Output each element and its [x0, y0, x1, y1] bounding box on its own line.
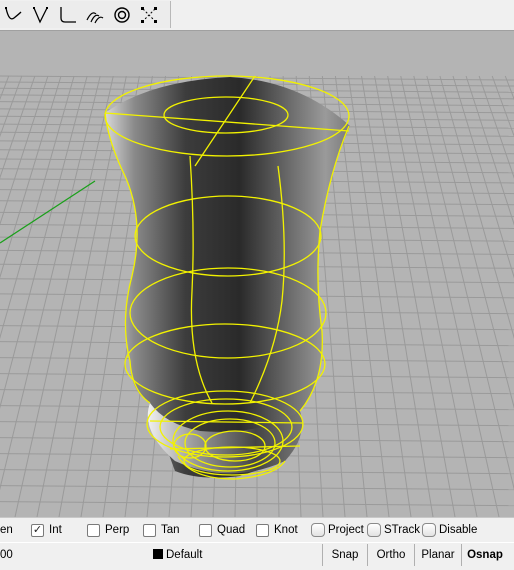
grid-line [0, 75, 10, 101]
grid-line [504, 75, 514, 101]
grid-line [0, 75, 23, 138]
perspective-viewport[interactable] [0, 31, 514, 517]
grid-line [14, 75, 114, 517]
osnap-disable-label: Disable [439, 524, 478, 536]
osnap-bar: en ✓ Int Perp Tan Quad Knot Project STra… [0, 517, 514, 543]
curve-sketch-icon[interactable] [0, 2, 27, 28]
grid-line [400, 75, 500, 517]
osnap-quad-label: Quad [217, 524, 246, 536]
osnap-perp-option[interactable]: Perp [87, 522, 129, 538]
current-layer[interactable]: Default [153, 549, 202, 561]
grid-line [439, 75, 514, 340]
layer-color-swatch [153, 549, 163, 559]
osnap-tan-label: Tan [161, 524, 180, 536]
osnap-strack-option[interactable]: STrack [367, 522, 420, 538]
osnap-end-option[interactable]: en [0, 522, 13, 538]
status-bar: 00 Default Snap Ortho Planar Osnap [0, 542, 514, 570]
osnap-knot-option[interactable]: Knot [256, 522, 298, 538]
osnap-strack-toggle[interactable] [367, 523, 381, 537]
osnap-int-label: Int [49, 524, 62, 536]
osnap-perp-label: Perp [105, 524, 130, 536]
vase-surface [105, 77, 350, 478]
ortho-pane-button[interactable]: Ortho [367, 544, 414, 566]
osnap-int-option[interactable]: ✓ Int [31, 522, 62, 538]
polyline-icon[interactable] [27, 2, 54, 28]
osnap-int-checkbox[interactable]: ✓ [31, 523, 44, 537]
osnap-perp-checkbox[interactable] [87, 523, 100, 537]
grid-line [426, 75, 514, 409]
grid-line [0, 75, 75, 340]
osnap-project-toggle[interactable] [311, 523, 325, 537]
osnap-tan-option[interactable]: Tan [143, 522, 180, 538]
offset-curve-icon[interactable] [81, 2, 108, 28]
fillet-curve-icon[interactable] [54, 2, 81, 28]
control-points-icon[interactable] [135, 2, 162, 28]
layer-name: Default [166, 549, 203, 561]
osnap-strack-label: STrack [384, 524, 420, 536]
osnap-quad-checkbox[interactable] [199, 523, 212, 537]
grid-line [491, 75, 514, 138]
viewport-scene[interactable] [0, 31, 514, 517]
osnap-knot-checkbox[interactable] [256, 523, 269, 537]
circle-tangent-icon[interactable] [108, 2, 135, 28]
osnap-quad-option[interactable]: Quad [199, 522, 245, 538]
osnap-pane-button[interactable]: Osnap [461, 544, 508, 566]
toolbar-button-group [0, 1, 171, 28]
osnap-knot-label: Knot [274, 524, 298, 536]
osnap-disable-toggle[interactable] [422, 523, 436, 537]
osnap-tan-checkbox[interactable] [143, 523, 156, 537]
coordinate-readout: 00 [0, 549, 13, 561]
osnap-disable-option[interactable]: Disable [422, 522, 477, 538]
osnap-project-label: Project [328, 524, 364, 536]
snap-pane-button[interactable]: Snap [322, 544, 367, 566]
grid-line [0, 75, 88, 409]
osnap-project-option[interactable]: Project [311, 522, 364, 538]
curve-toolbar [0, 0, 514, 31]
planar-pane-button[interactable]: Planar [414, 544, 461, 566]
osnap-end-label: en [0, 524, 13, 536]
